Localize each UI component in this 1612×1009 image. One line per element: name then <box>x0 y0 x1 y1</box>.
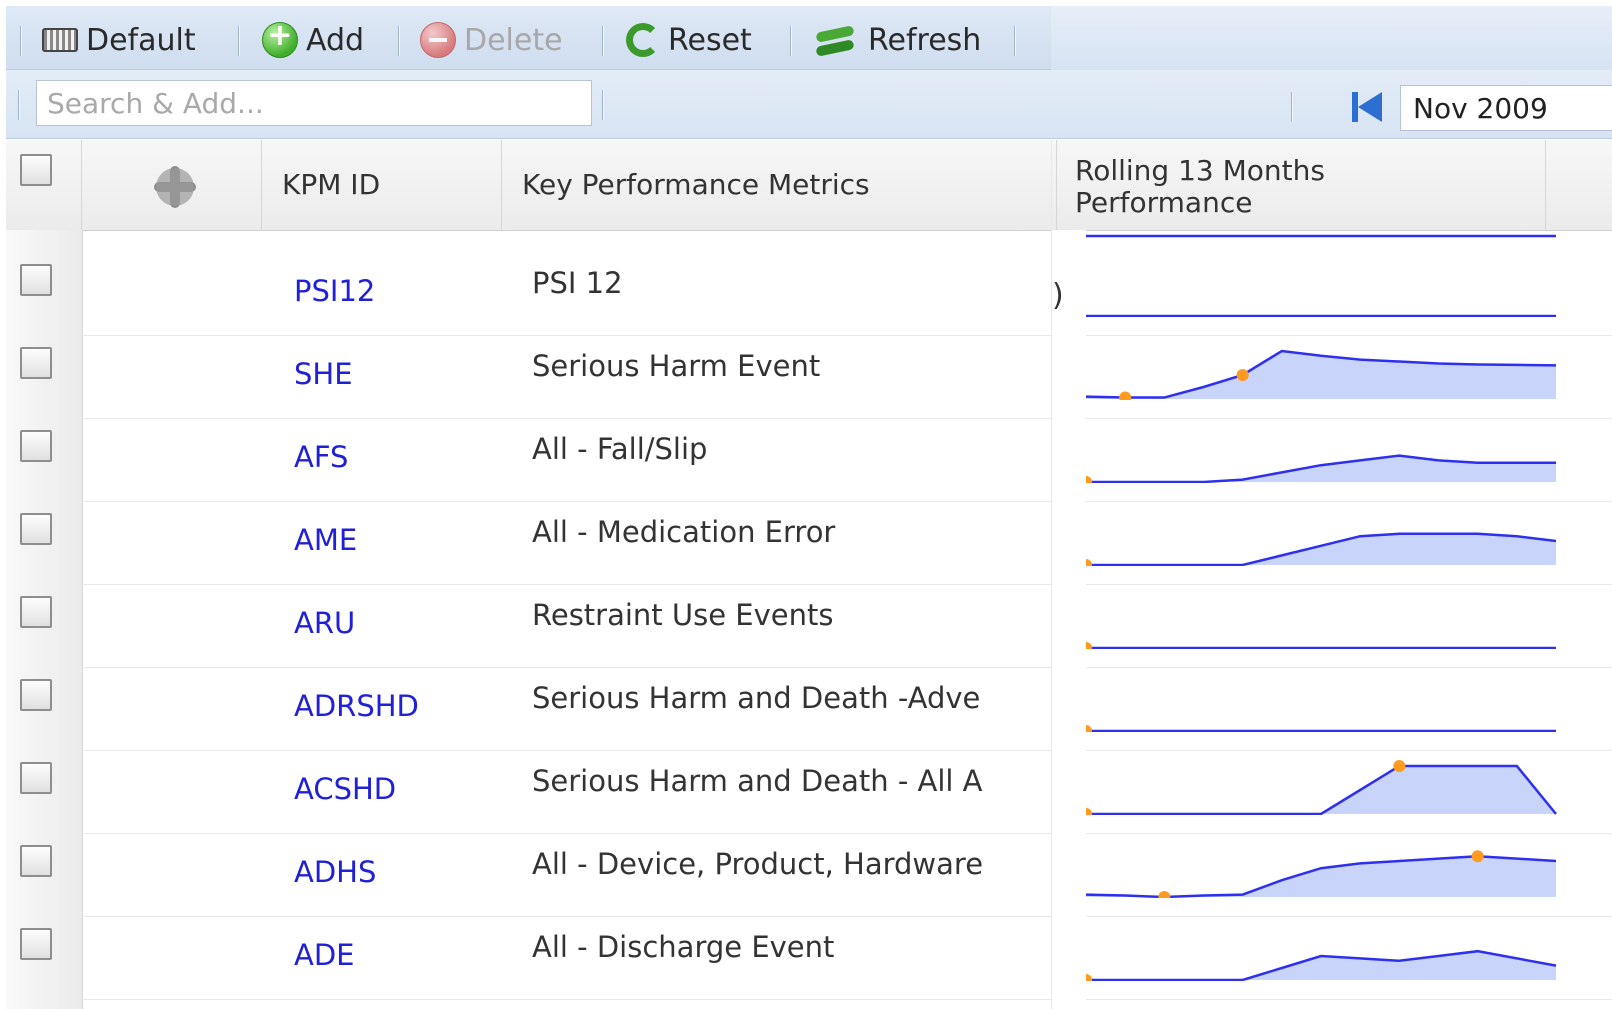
kpm-name: All - Device, Product, Hardware <box>532 847 984 881</box>
sparkline-area <box>1086 351 1556 399</box>
toolbar-separator <box>1014 26 1016 56</box>
trend-sparkline <box>1086 850 1557 898</box>
add-button[interactable]: Add <box>262 18 365 58</box>
add-icon <box>262 18 298 58</box>
kpm-id-link[interactable]: PSI12 <box>294 274 375 308</box>
kpm-id-header-label: KPM ID <box>282 168 381 201</box>
header-kpm-id[interactable]: KPM ID <box>262 140 502 230</box>
search-input[interactable] <box>36 80 592 126</box>
column-gap <box>1052 230 1086 1009</box>
sparkline-area <box>1086 533 1556 565</box>
kpm-name: All - Medication Error <box>532 515 836 549</box>
trend-header-line1: Rolling 13 Months <box>1075 154 1325 187</box>
select-all-checkbox[interactable] <box>20 154 52 186</box>
clipped-text-fragment: ) <box>1052 278 1064 313</box>
sparkline-marker <box>1393 760 1406 772</box>
sparkline-marker <box>1086 808 1092 815</box>
row-checkbox[interactable] <box>20 845 52 877</box>
reset-label: Reset <box>668 22 752 58</box>
refresh-icon <box>814 23 860 57</box>
kpm-id-link[interactable]: ADRSHD <box>294 689 419 723</box>
kpm-id-link[interactable]: SHE <box>294 357 353 391</box>
delete-label: Delete <box>464 22 563 58</box>
toolbar-separator <box>398 26 400 56</box>
trend-sparkline <box>1086 454 1556 483</box>
row-checkbox[interactable] <box>20 762 52 794</box>
row-checkbox[interactable] <box>20 596 52 628</box>
toolbar-separator <box>20 26 22 56</box>
period-field[interactable]: Nov 2009 <box>1400 85 1612 131</box>
trend-sparkline <box>1086 532 1557 566</box>
toolbar-separator <box>790 26 792 56</box>
default-button[interactable]: Default <box>42 22 196 58</box>
toolbar-separator <box>18 90 20 120</box>
trend-sparkline <box>1086 349 1557 400</box>
sparkline-area <box>1086 766 1556 814</box>
sparkline-area <box>1086 856 1556 897</box>
kpm-name: Serious Harm and Death -Adve <box>532 681 981 715</box>
toolbar-separator <box>602 26 604 56</box>
kpm-name: Restraint Use Events <box>532 598 834 632</box>
row-checkbox[interactable] <box>20 430 52 462</box>
row-checkbox[interactable] <box>20 264 52 296</box>
toolbar: Default Add Delete Reset Refresh <box>6 6 1051 70</box>
kpm-name: PSI 12 <box>532 266 623 300</box>
refresh-button[interactable]: Refresh <box>814 22 981 58</box>
kpm-id-link[interactable]: ACSHD <box>294 772 396 806</box>
trend-sparkline <box>1086 725 1556 732</box>
sparkline-marker <box>1086 559 1092 566</box>
reset-icon <box>626 23 660 57</box>
layout-icon <box>42 28 78 52</box>
row-checkbox[interactable] <box>20 679 52 711</box>
kpm-name: Serious Harm Event <box>532 349 821 383</box>
move-icon <box>152 166 198 208</box>
sparkline-marker <box>1471 850 1484 863</box>
row-checkbox[interactable] <box>20 347 52 379</box>
kpm-name: All - Discharge Event <box>532 930 835 964</box>
refresh-label: Refresh <box>868 22 982 58</box>
row-checkbox[interactable] <box>20 928 52 960</box>
sparkline-marker <box>1086 974 1092 981</box>
kpm-id-link[interactable]: ARU <box>294 606 355 640</box>
trend-sparkline-partial <box>1086 234 1556 238</box>
kpm-id-link[interactable]: ADE <box>294 938 355 972</box>
trend-sparkline <box>1086 760 1557 815</box>
sparkline-marker <box>1119 391 1132 400</box>
toolbar-separator <box>238 26 240 56</box>
sparkline-marker <box>1236 369 1249 381</box>
trend-sparkline <box>1086 642 1556 649</box>
add-label: Add <box>306 22 365 58</box>
toolbar-separator <box>1291 92 1293 122</box>
toolbar-extension <box>1051 6 1612 71</box>
kpm-name: Serious Harm and Death - All A <box>532 764 983 798</box>
delete-button[interactable]: Delete <box>420 22 563 58</box>
sparkline-area <box>1086 455 1556 482</box>
delete-icon <box>420 22 456 58</box>
default-label: Default <box>86 22 196 58</box>
sparkline-marker <box>1086 725 1092 732</box>
first-page-icon[interactable] <box>1352 92 1384 122</box>
kpm-name: All - Fall/Slip <box>532 432 708 466</box>
metric-header-label: Key Performance Metrics <box>522 168 870 201</box>
kpm-id-link[interactable]: AME <box>294 523 357 557</box>
sparkline-marker <box>1086 642 1092 649</box>
toolbar-separator <box>602 90 604 120</box>
sparkline-marker <box>1158 891 1171 898</box>
reset-button[interactable]: Reset <box>626 22 752 58</box>
kpm-id-link[interactable]: AFS <box>294 440 348 474</box>
row-checkbox[interactable] <box>20 513 52 545</box>
sparkline-marker <box>1086 476 1092 483</box>
trend-sparkline <box>1086 949 1557 981</box>
kpm-id-link[interactable]: ADHS <box>294 855 376 889</box>
